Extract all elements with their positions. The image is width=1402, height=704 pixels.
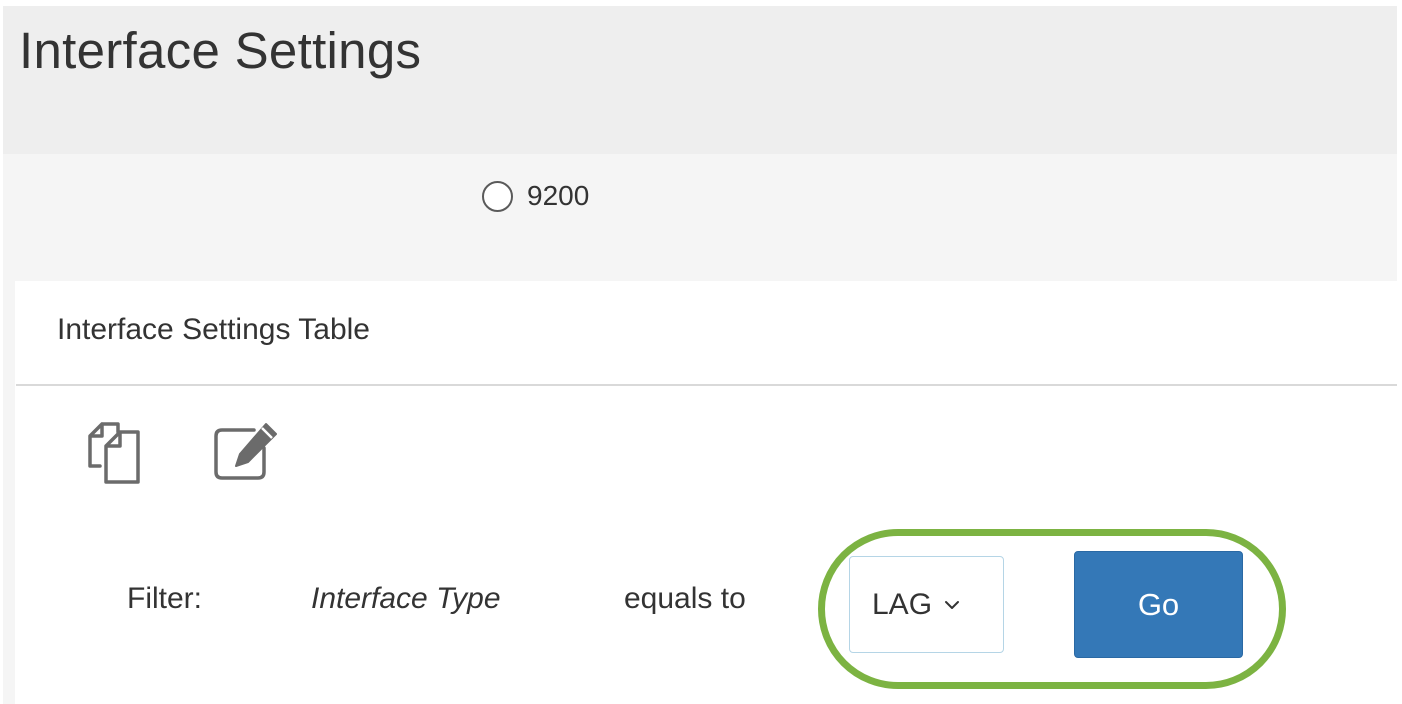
copy-settings-icon[interactable] (80, 418, 152, 490)
unit-selector-band (3, 154, 1397, 281)
page-title: Interface Settings (19, 22, 422, 79)
interface-settings-page: Interface Settings 9200 Interface Settin… (0, 0, 1402, 704)
table-title: Interface Settings Table (57, 313, 370, 346)
interface-type-select[interactable]: LAG (849, 556, 1004, 653)
filter-field-name: Interface Type (311, 582, 501, 615)
filter-operator: equals to (624, 582, 746, 615)
interface-type-selected-value: LAG (872, 587, 933, 621)
unit-radio-option[interactable]: 9200 (482, 180, 589, 212)
unit-radio-label: 9200 (527, 180, 590, 211)
table-header: Interface Settings Table (16, 281, 1397, 386)
filter-label: Filter: (127, 582, 202, 615)
edit-icon[interactable] (208, 418, 280, 490)
chevron-down-icon (945, 600, 960, 609)
unit-radio-button[interactable] (482, 180, 513, 212)
go-button[interactable]: Go (1074, 551, 1243, 658)
page-header: Interface Settings (3, 6, 1397, 154)
